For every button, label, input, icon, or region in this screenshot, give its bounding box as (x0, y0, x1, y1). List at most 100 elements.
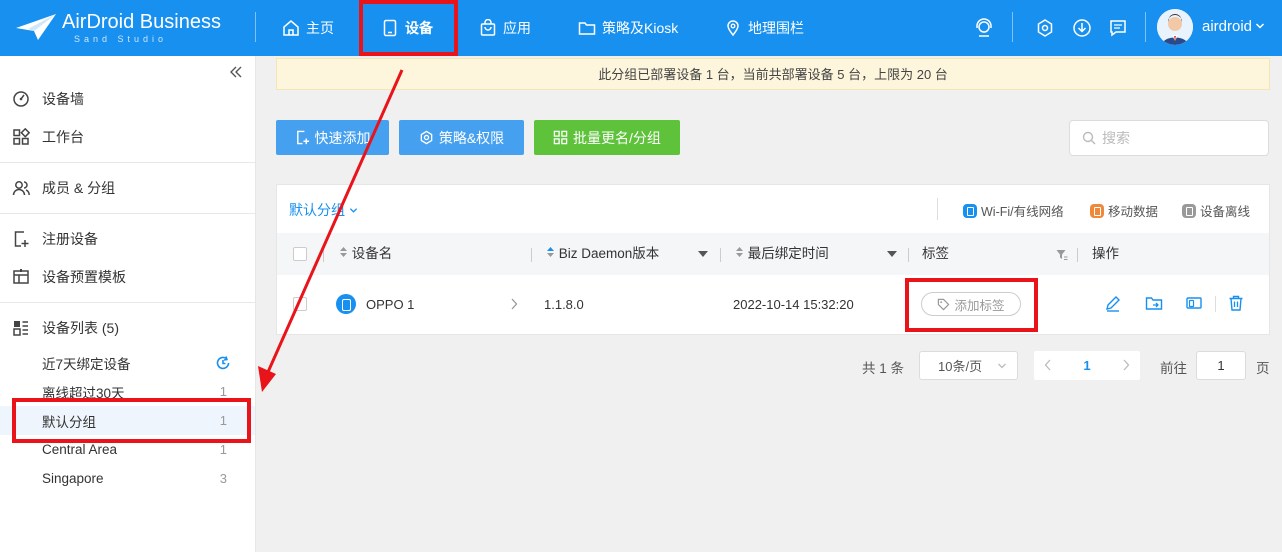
legend-mobile-data: 移动数据 (1090, 201, 1158, 220)
device-name[interactable]: OPPO 1 (366, 275, 414, 334)
column-daemon-version[interactable]: Biz Daemon版本 (546, 233, 659, 275)
prev-page-icon[interactable] (1043, 359, 1053, 371)
group-item-offline-30days[interactable]: 离线超过30天 1 (0, 377, 255, 406)
current-page[interactable]: 1 (1083, 358, 1090, 373)
sort-icon (340, 247, 347, 257)
table-row[interactable]: OPPO 1 1.1.8.0 2022-10-14 15:32:20 添加标签 (277, 275, 1269, 334)
group-item-default[interactable]: 默认分组 1 (0, 406, 255, 435)
nav-geofence[interactable]: 地理围栏 (724, 0, 804, 56)
next-page-icon[interactable] (1121, 359, 1131, 371)
user-menu[interactable]: airdroid (1202, 18, 1265, 35)
remote-control-icon[interactable] (1185, 294, 1203, 312)
brand-logo[interactable]: AirDroid Business Sand Studio (14, 10, 234, 46)
list-icon (13, 321, 28, 336)
template-icon (13, 269, 29, 284)
tablet-icon (383, 19, 397, 37)
add-device-icon (296, 130, 309, 145)
nav-apps[interactable]: 应用 (479, 0, 531, 56)
page-size-select[interactable]: 10条/页 (919, 351, 1018, 380)
column-label: 标签 (922, 246, 949, 261)
sidebar-item-label: 设备墙 (42, 91, 84, 107)
sidebar-item-label: 工作台 (42, 129, 84, 145)
deployment-notice-banner: 此分组已部署设备 1 台，当前共部署设备 5 台，上限为 20 台 (276, 58, 1270, 90)
row-checkbox[interactable] (293, 297, 307, 311)
group-dropdown[interactable]: 默认分组 (289, 200, 358, 220)
quick-add-button[interactable]: 快速添加 (276, 120, 389, 155)
nav-policy-kiosk[interactable]: 策略及Kiosk (578, 0, 678, 56)
collapse-sidebar-icon[interactable] (228, 64, 244, 80)
column-divider (908, 248, 909, 262)
message-icon[interactable] (1106, 16, 1130, 40)
paper-plane-logo-icon (16, 14, 56, 40)
sidebar-item-label: 成员 & 分组 (42, 180, 116, 196)
goto-page-input[interactable]: 1 (1196, 351, 1246, 380)
search-placeholder: 搜索 (1102, 130, 1130, 146)
download-icon[interactable] (1070, 16, 1094, 40)
column-device-name[interactable]: 设备名 (339, 233, 392, 275)
trash-icon[interactable] (1227, 294, 1245, 312)
tag-icon (938, 298, 950, 310)
select-all-checkbox[interactable] (293, 247, 307, 261)
column-divider (1077, 248, 1078, 262)
legend-label: Wi-Fi/有线网络 (981, 205, 1064, 219)
sidebar-divider (0, 213, 255, 214)
sort-icon (547, 247, 554, 257)
group-label: Central Area (42, 442, 118, 457)
nav-home[interactable]: 主页 (282, 0, 334, 56)
gear-icon (420, 130, 433, 145)
last-bind-time: 2022-10-14 15:32:20 (733, 297, 854, 312)
history-icon[interactable] (215, 355, 231, 371)
sidebar-item-device-wall[interactable]: 设备墙 (0, 82, 255, 116)
page-size-value: 10条/页 (938, 359, 983, 374)
legend-divider (937, 198, 938, 220)
dashboard-icon (13, 91, 29, 107)
mobile-data-status-icon (1090, 203, 1104, 218)
group-count: 1 (219, 442, 227, 457)
edit-icon[interactable] (1104, 294, 1122, 312)
column-label: Biz Daemon版本 (558, 246, 660, 261)
sidebar-item-label: 设备列表 (5) (42, 320, 119, 336)
sidebar-item-device-template[interactable]: 设备预置模板 (0, 260, 255, 294)
users-icon (12, 181, 30, 196)
sidebar-item-members-groups[interactable]: 成员 & 分组 (0, 171, 255, 205)
gear-icon[interactable] (1033, 16, 1057, 40)
column-label: 最后绑定时间 (747, 246, 829, 261)
column-actions: 操作 (1092, 233, 1119, 275)
nav-apps-label: 应用 (503, 20, 531, 36)
column-last-bind-time[interactable]: 最后绑定时间 (735, 233, 829, 275)
column-dropdown-icon[interactable] (698, 251, 708, 259)
brand-name: AirDroid Business (62, 11, 221, 33)
column-dropdown-icon[interactable] (887, 251, 897, 259)
nav-devices[interactable]: 设备 (381, 0, 433, 56)
batch-rename-label: 批量更名/分组 (573, 129, 661, 146)
sidebar-item-device-list[interactable]: 设备列表 (5) (0, 311, 255, 345)
add-tag-button[interactable]: 添加标签 (921, 292, 1021, 316)
batch-rename-group-button[interactable]: 批量更名/分组 (534, 120, 680, 155)
wifi-device-status-icon (336, 294, 356, 314)
column-label: 设备名 (351, 246, 393, 261)
search-input[interactable]: 搜索 (1069, 120, 1269, 156)
filter-icon[interactable] (1056, 249, 1068, 261)
nav-devices-label: 设备 (405, 20, 433, 36)
move-folder-icon[interactable] (1145, 294, 1163, 312)
avatar[interactable] (1157, 9, 1193, 45)
group-item-singapore[interactable]: Singapore 3 (0, 464, 255, 493)
column-label: 操作 (1092, 246, 1119, 261)
nav-divider (255, 12, 256, 42)
support-icon[interactable] (972, 16, 996, 40)
group-item-recent-7days[interactable]: 近7天绑定设备 (0, 348, 255, 377)
sidebar-item-enroll-device[interactable]: 注册设备 (0, 222, 255, 256)
column-divider (720, 248, 721, 262)
legend-offline: 设备离线 (1182, 201, 1250, 220)
policy-permission-button[interactable]: 策略&权限 (399, 120, 524, 155)
group-dropdown-label: 默认分组 (289, 202, 345, 218)
legend-label: 移动数据 (1108, 205, 1159, 219)
sidebar-divider (0, 302, 255, 303)
group-item-central-area[interactable]: Central Area 1 (0, 435, 255, 464)
policy-permission-label: 策略&权限 (438, 129, 505, 146)
chevron-down-icon (998, 363, 1006, 369)
sidebar-item-workbench[interactable]: 工作台 (0, 120, 255, 154)
sidebar: 设备墙 工作台 成员 & 分组 注册设备 设备预置模板 设备列表 (5) 近7天… (0, 56, 256, 552)
group-count: 3 (219, 471, 227, 486)
chevron-right-icon[interactable] (510, 298, 518, 310)
